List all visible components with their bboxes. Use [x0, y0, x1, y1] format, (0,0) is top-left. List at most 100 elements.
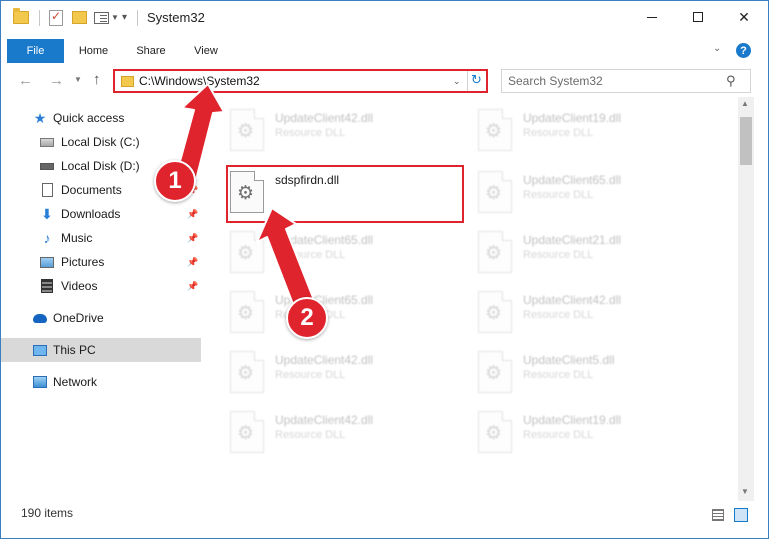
search-input[interactable] [508, 73, 718, 89]
file-name: UpdateClient42.dll [523, 293, 622, 307]
sidebar-item-music[interactable]: ♪ Music 📌 [1, 226, 201, 250]
address-path[interactable]: C:\Windows\System32 [139, 74, 260, 88]
new-folder-icon[interactable] [72, 11, 87, 24]
star-icon: ★ [33, 109, 47, 126]
pin-icon[interactable]: 📌 [187, 281, 198, 292]
address-bar[interactable]: C:\Windows\System32 ⌄ ↻ [113, 69, 488, 93]
search-box[interactable]: ⚲ [501, 69, 751, 93]
gear-icon: ⚙ [237, 363, 255, 384]
file-explorer-window: ▼ ▾ System32 ✕ File Home Share View ⌄ ? … [0, 0, 769, 539]
file-type: Resource DLL [275, 369, 346, 381]
pin-icon[interactable]: 📌 [187, 233, 198, 244]
up-button[interactable]: ↑ [93, 71, 101, 88]
list-item[interactable]: ⚙ UpdateClient42.dll Resource DLL [226, 405, 466, 461]
window-title: System32 [147, 10, 205, 25]
expand-ribbon-icon[interactable]: ⌄ [713, 43, 721, 54]
file-name: UpdateClient19.dll [523, 111, 622, 125]
list-item[interactable]: ⚙ UpdateClient19.dll Resource DLL [474, 103, 714, 159]
details-view-icon[interactable] [712, 509, 724, 521]
sidebar-item-pictures[interactable]: Pictures 📌 [1, 250, 201, 274]
gear-icon: ⚙ [485, 183, 503, 204]
file-type: Resource DLL [523, 127, 594, 139]
sidebar-item-label: Downloads [61, 207, 121, 221]
pin-icon[interactable]: 📌 [187, 209, 198, 220]
dll-file-icon: ⚙ [230, 351, 264, 393]
list-item[interactable]: ⚙ UpdateClient42.dll Resource DLL [226, 345, 466, 401]
dll-file-icon: ⚙ [478, 291, 512, 333]
close-button[interactable]: ✕ [721, 1, 767, 33]
address-divider [467, 71, 468, 91]
file-type: Resource DLL [275, 127, 346, 139]
tab-share[interactable]: Share [128, 39, 174, 63]
sidebar-item-quick-access[interactable]: ★ Quick access [1, 106, 201, 130]
sidebar-item-local-disk-c[interactable]: Local Disk (C:) [1, 130, 201, 154]
file-type: Resource DLL [523, 189, 594, 201]
customize-toolbar-icon[interactable]: ▾ [122, 12, 127, 23]
help-icon[interactable]: ? [736, 43, 751, 58]
sidebar-item-label: Videos [61, 279, 98, 293]
step-1-badge: 1 [154, 160, 196, 202]
pictures-icon [40, 255, 54, 269]
recent-locations-icon[interactable]: ▼ [74, 75, 82, 84]
tab-view[interactable]: View [185, 39, 227, 63]
list-item[interactable]: ⚙ UpdateClient42.dll Resource DLL [474, 285, 714, 341]
disk-icon [40, 135, 54, 149]
properties-icon[interactable] [94, 12, 109, 24]
list-item[interactable]: ⚙ UpdateClient21.dll Resource DLL [474, 225, 714, 281]
file-name: UpdateClient65.dll [275, 233, 374, 247]
downloads-icon: ⬇ [41, 205, 53, 222]
network-icon [33, 375, 47, 389]
dll-file-icon: ⚙ [230, 231, 264, 273]
file-type: Resource DLL [523, 249, 594, 261]
list-item[interactable]: ⚙ UpdateClient65.dll Resource DLL [226, 285, 466, 341]
tab-home[interactable]: Home [71, 39, 116, 63]
sidebar-item-label: Music [61, 231, 93, 245]
folder-icon [13, 8, 29, 24]
address-dropdown-icon[interactable]: ⌄ [453, 76, 461, 87]
scrollbar-thumb[interactable] [740, 117, 752, 165]
minimize-button[interactable] [629, 1, 675, 33]
properties-check-icon[interactable] [49, 9, 63, 26]
gear-icon: ⚙ [485, 423, 503, 444]
forward-button[interactable]: → [49, 72, 64, 89]
tab-file[interactable]: File [7, 39, 64, 63]
file-name: UpdateClient42.dll [275, 111, 374, 125]
sidebar-item-videos[interactable]: Videos 📌 [1, 274, 201, 298]
vertical-scrollbar[interactable]: ▲ ▼ [738, 97, 754, 501]
maximize-icon [693, 12, 703, 22]
search-icon[interactable]: ⚲ [726, 73, 736, 89]
gear-icon: ⚙ [485, 303, 503, 324]
scroll-down-icon[interactable]: ▼ [741, 487, 749, 496]
dll-file-icon: ⚙ [230, 411, 264, 453]
tiles-view-icon[interactable] [734, 508, 748, 522]
list-item[interactable]: ⚙ UpdateClient19.dll Resource DLL [474, 405, 714, 461]
refresh-icon[interactable]: ↻ [471, 72, 482, 88]
file-name: UpdateClient5.dll [523, 353, 615, 367]
navigation-bar: ← → ▼ ↑ C:\Windows\System32 ⌄ ↻ ⚲ [1, 67, 768, 95]
chevron-down-icon[interactable]: ▼ [111, 13, 119, 22]
sidebar-item-downloads[interactable]: ⬇ Downloads 📌 [1, 202, 201, 226]
toolbar-divider [39, 10, 40, 26]
back-button[interactable]: ← [18, 72, 33, 89]
file-name: UpdateClient65.dll [523, 173, 622, 187]
sidebar-item-this-pc[interactable]: This PC [1, 338, 201, 362]
file-type: Resource DLL [275, 249, 346, 261]
list-item[interactable]: ⚙ UpdateClient65.dll Resource DLL [226, 225, 466, 281]
gear-icon: ⚙ [485, 121, 503, 142]
file-type: Resource DLL [275, 429, 346, 441]
scroll-up-icon[interactable]: ▲ [741, 99, 749, 108]
file-name: UpdateClient42.dll [275, 353, 374, 367]
list-item[interactable]: ⚙ UpdateClient65.dll Resource DLL [474, 165, 714, 221]
sidebar-item-network[interactable]: Network [1, 370, 201, 394]
title-bar: ▼ ▾ System32 ✕ [1, 1, 768, 33]
list-item[interactable]: ⚙ UpdateClient42.dll Resource DLL [226, 103, 466, 159]
computer-icon [33, 343, 47, 357]
onedrive-cloud-icon [33, 311, 47, 325]
dll-file-icon: ⚙ [478, 109, 512, 151]
pin-icon[interactable]: 📌 [187, 257, 198, 268]
sidebar-item-onedrive[interactable]: OneDrive [1, 306, 201, 330]
list-item[interactable]: ⚙ UpdateClient5.dll Resource DLL [474, 345, 714, 401]
maximize-button[interactable] [675, 1, 721, 33]
file-name: UpdateClient21.dll [523, 233, 622, 247]
sidebar-item-label: Local Disk (D:) [61, 159, 140, 173]
